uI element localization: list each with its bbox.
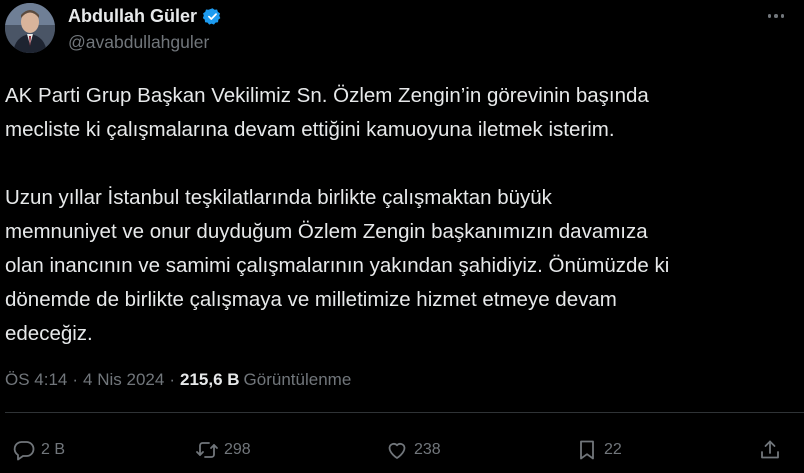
views-label: Görüntülenme xyxy=(243,370,352,389)
bookmark-button[interactable]: 22 xyxy=(575,430,622,470)
action-bar: 2 B 298 238 22 xyxy=(0,430,804,470)
author-handle[interactable]: @avabdullahguler xyxy=(68,32,209,53)
name-row: Abdullah Güler xyxy=(68,5,222,27)
more-dots-icon[interactable] xyxy=(762,4,790,28)
reply-count: 2 B xyxy=(41,441,66,458)
tweet-meta: ÖS 4:14 · 4 Nis 2024 · 215,6 B Görüntüle… xyxy=(5,370,351,390)
tweet-text: AK Parti Grup Başkan Vekilimiz Sn. Özlem… xyxy=(5,79,795,351)
tweet-header: Abdullah Güler @avabdullahguler xyxy=(0,0,804,62)
reply-bubble-icon xyxy=(12,438,36,462)
divider xyxy=(5,412,804,413)
share-upload-icon xyxy=(758,438,782,462)
like-button[interactable]: 238 xyxy=(385,430,441,470)
meta-separator: · xyxy=(169,370,175,389)
bookmark-count: 22 xyxy=(604,441,622,458)
author-display-name[interactable]: Abdullah Güler xyxy=(68,6,197,27)
tweet-paragraph-1: AK Parti Grup Başkan Vekilimiz Sn. Özlem… xyxy=(5,84,649,141)
tweet-date[interactable]: 4 Nis 2024 xyxy=(83,370,164,390)
verified-badge-icon xyxy=(202,7,222,26)
like-count: 238 xyxy=(414,441,441,458)
repost-count: 298 xyxy=(224,441,251,458)
tweet-paragraph-2: Uzun yıllar İstanbul teşkilatlarında bir… xyxy=(5,186,670,345)
heart-icon xyxy=(385,438,409,462)
tweet-time[interactable]: ÖS 4:14 xyxy=(5,370,67,390)
bookmark-icon xyxy=(575,438,599,462)
meta-separator: · xyxy=(72,370,79,389)
repost-arrows-icon xyxy=(195,438,219,462)
repost-button[interactable]: 298 xyxy=(195,430,251,470)
reply-button[interactable]: 2 B xyxy=(12,430,65,470)
share-button[interactable] xyxy=(758,430,782,470)
avatar[interactable] xyxy=(5,3,55,53)
views-count: 215,6 B xyxy=(180,370,240,389)
